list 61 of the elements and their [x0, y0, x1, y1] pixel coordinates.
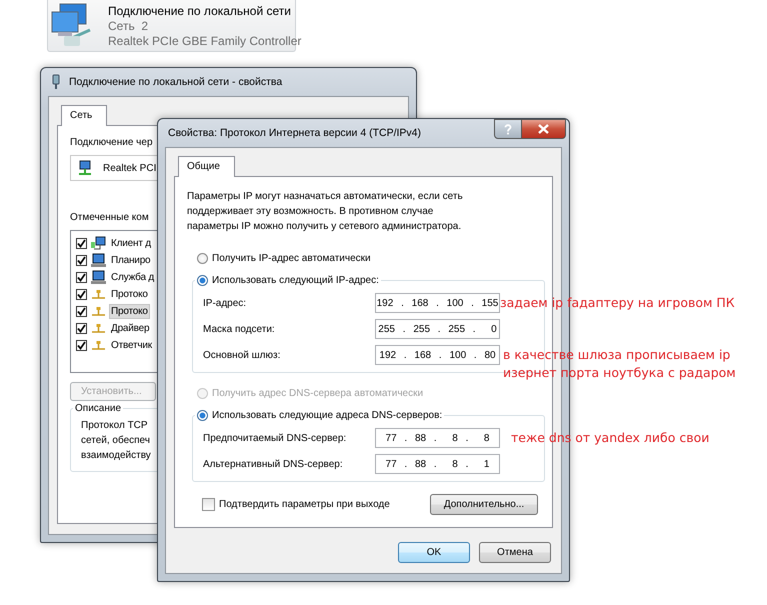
ip-address-field[interactable]: 192 . 168 . 100 . 80 — [375, 345, 500, 365]
computer-icon — [90, 236, 106, 251]
tab[interactable]: Общие — [178, 156, 235, 177]
checkbox-label: Подтвердить параметры при выходе — [219, 499, 390, 510]
help-button[interactable] — [494, 119, 522, 139]
field-label: Основной шлюз: — [203, 350, 282, 360]
network-adapter-icon — [77, 160, 93, 176]
checkbox[interactable] — [76, 289, 87, 300]
window-title: Свойства: Протокол Интернета версии 4 (TCP/IPv4) — [168, 127, 422, 139]
radio-button[interactable] — [197, 274, 208, 286]
checkbox[interactable] — [202, 498, 215, 511]
radio-label: Получить IP-адрес автоматически — [212, 252, 371, 264]
list-item[interactable]: Служба д — [109, 270, 156, 285]
list-item[interactable]: Планиро — [109, 253, 152, 268]
list-item[interactable]: Протоко — [109, 287, 150, 302]
adapter-name: Realtek PCIe GBE Family Controller — [108, 34, 302, 49]
cancel-button[interactable]: Отмена — [479, 542, 551, 563]
ip-address-field[interactable]: 77 . 88 . 8 . 1 — [375, 454, 500, 474]
tab[interactable]: Сеть — [61, 105, 108, 126]
radio-label: Получить адрес DNS-сервера автоматически — [212, 388, 424, 398]
help-icon — [504, 124, 512, 134]
network-protocol-icon — [90, 304, 106, 319]
ok-button[interactable]: OK — [398, 542, 470, 563]
connection-name: Подключение по локальной сети — [108, 4, 292, 19]
field-label: Маска подсети: — [203, 324, 276, 334]
field-label: Отмеченные ком — [70, 211, 149, 225]
window-title: Подключение по локальной сети - свойства — [69, 76, 284, 88]
list-item[interactable]: Ответчик — [109, 338, 154, 353]
network-protocol-icon — [90, 321, 106, 336]
checkbox[interactable] — [76, 238, 87, 249]
radio-button[interactable] — [197, 252, 208, 264]
field-label: IP-адрес: — [203, 298, 248, 308]
computer-icon — [90, 270, 106, 285]
field-label: Альтернативный DNS-сервер: — [203, 458, 344, 470]
group-title: Описание — [74, 403, 122, 414]
checkbox[interactable] — [76, 306, 87, 317]
computer-icon — [90, 253, 106, 268]
close-icon — [538, 124, 549, 134]
description-text: Протокол TCP сетей, обеспеч взаимодейству — [81, 419, 151, 463]
network-name: Сеть 2 — [108, 19, 150, 34]
intro-text: Параметры IP могут назначаться автоматически, если сеть поддерживает эту возможность. В противном случае параметры IP можно получить у сетевого администратора. — [187, 190, 464, 234]
plug-icon — [51, 74, 61, 90]
network-protocol-icon — [90, 287, 106, 302]
list-item[interactable]: Драйвер — [109, 321, 152, 336]
advanced-button[interactable]: Дополнительно... — [430, 494, 538, 515]
ip-address-field[interactable]: 77 . 88 . 8 . 8 — [375, 428, 500, 448]
radio-label: Использовать следующий IP-адрес: — [212, 274, 379, 286]
radio-button[interactable] — [197, 410, 208, 420]
list-item[interactable]: Протоко — [109, 304, 150, 319]
radio-label: Использовать следующие адреса DNS-серверов: — [212, 410, 442, 420]
network-protocol-icon — [90, 338, 106, 353]
field-label: Предпочитаемый DNS-сервер: — [203, 432, 348, 444]
checkbox[interactable] — [76, 272, 87, 283]
checkbox[interactable] — [76, 255, 87, 266]
ip-address-field[interactable]: 255 . 255 . 255 . 0 — [375, 319, 500, 339]
checkbox[interactable] — [76, 323, 87, 334]
checkbox[interactable] — [76, 340, 87, 351]
close-button[interactable] — [522, 119, 566, 139]
list-item[interactable]: Клиент д — [109, 236, 153, 251]
field-label: Подключение чер — [70, 136, 153, 150]
ip-address-field[interactable]: 192 . 168 . 100 . 155 — [375, 293, 500, 313]
